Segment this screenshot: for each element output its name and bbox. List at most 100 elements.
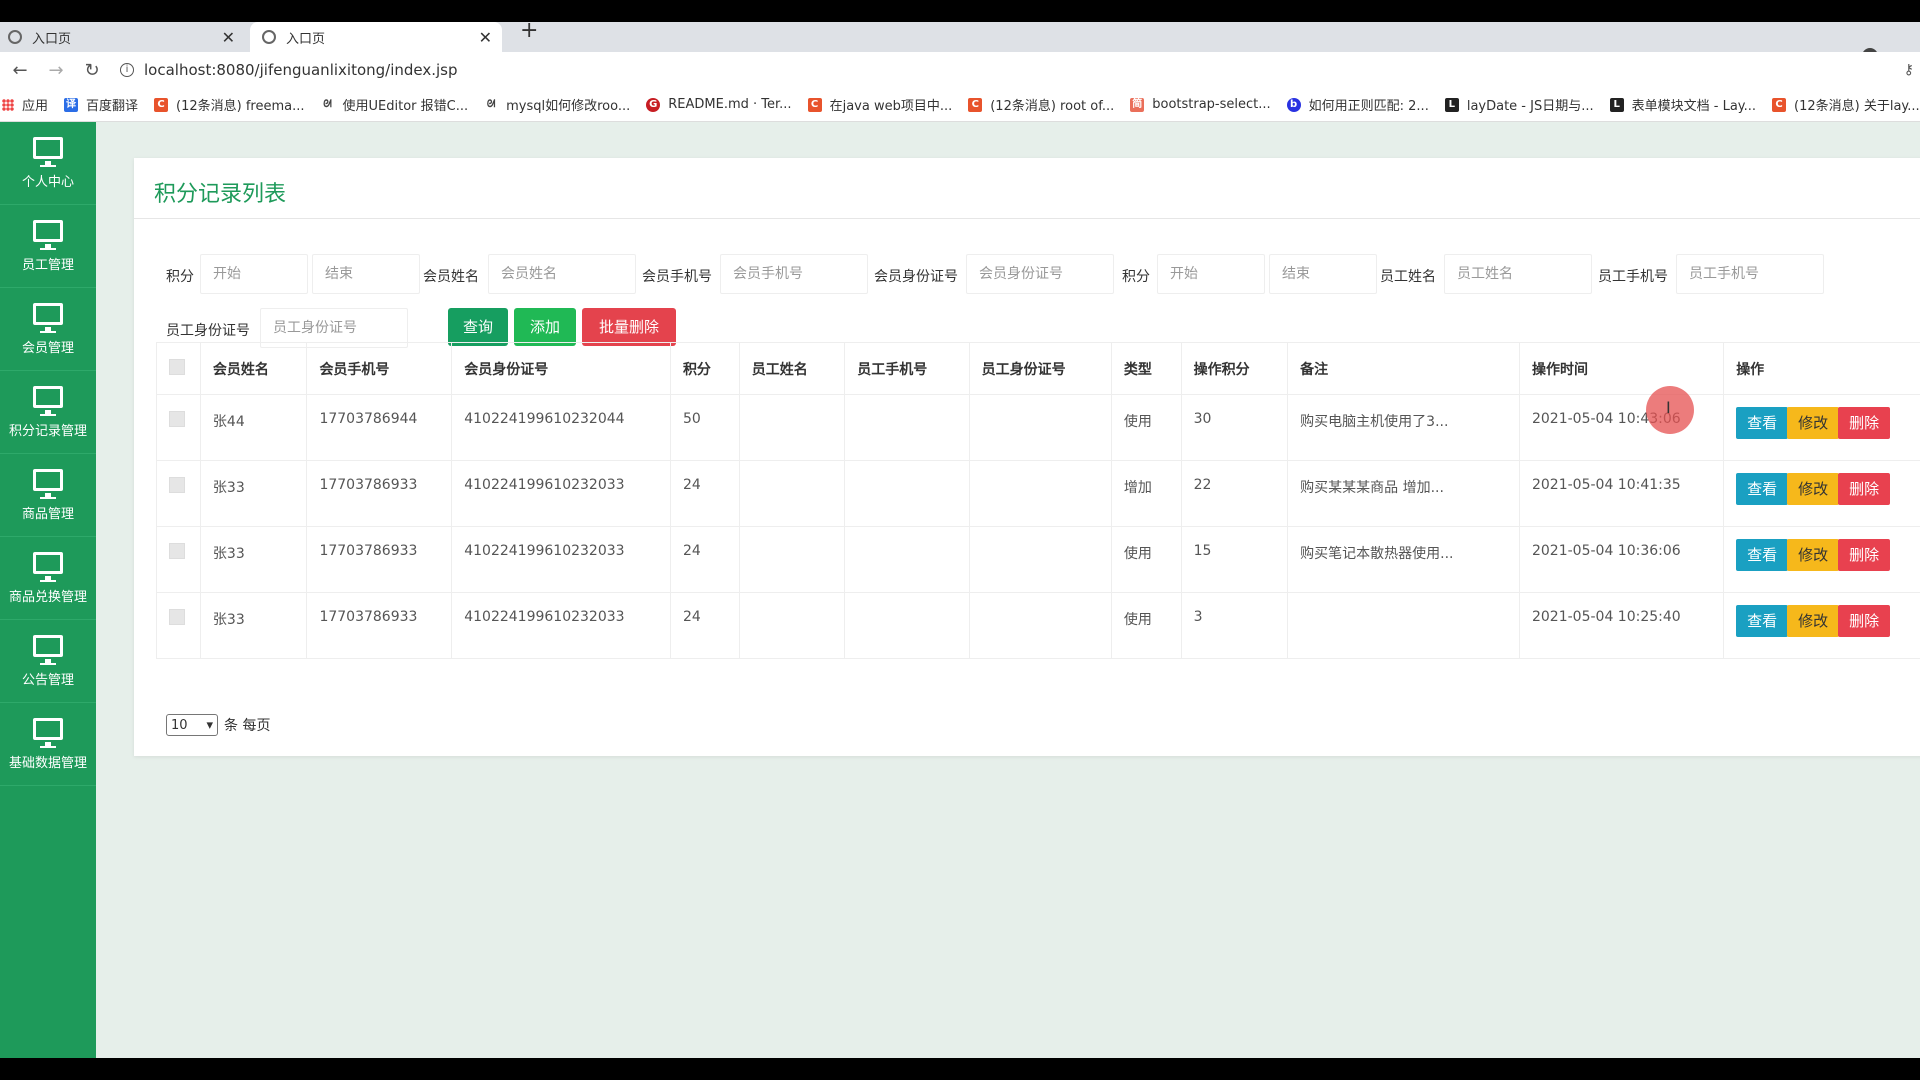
staff-name-cell xyxy=(738,526,846,593)
new-tab-button[interactable]: + xyxy=(520,18,538,43)
op-points-cell: 22 xyxy=(1180,460,1289,527)
member-id-input[interactable]: 会员身份证号 xyxy=(966,254,1114,294)
points2-start-input[interactable]: 开始 xyxy=(1157,254,1265,294)
table-header-row: 会员姓名 会员手机号 会员身份证号 积分 员工姓名 员工手机号 员工身份证号 类… xyxy=(156,342,1920,395)
edit-button[interactable]: 修改 xyxy=(1787,605,1840,637)
csdn-icon: C xyxy=(807,97,822,112)
sidebar-item-products[interactable]: 商品管理 xyxy=(0,454,96,537)
bookmark-apps[interactable]: 应用 xyxy=(0,95,48,114)
column-header: 会员手机号 xyxy=(306,342,453,395)
column-header: 员工手机号 xyxy=(844,342,970,395)
points2-filter-label: 积分 xyxy=(1122,269,1150,285)
staff-name-label: 员工姓名 xyxy=(1380,269,1436,285)
reload-icon[interactable]: ↻ xyxy=(76,60,108,81)
page-size-value: 10 xyxy=(171,717,188,733)
member-name-cell: 张33 xyxy=(199,592,308,659)
member-name-input[interactable]: 会员姓名 xyxy=(488,254,636,294)
select-all-cell xyxy=(156,342,201,395)
sidebar-item-label: 基础数据管理 xyxy=(8,755,87,771)
csdn-icon: C xyxy=(1772,97,1787,112)
column-header: 操作 xyxy=(1723,342,1920,395)
row-checkbox[interactable] xyxy=(169,543,185,559)
bookmark-item[interactable]: C (12条消息) 关于lay... xyxy=(1772,95,1920,114)
bookmark-item[interactable]: C (12条消息) freema... xyxy=(154,95,305,114)
view-button[interactable]: 查看 xyxy=(1736,539,1789,571)
bookmark-label: 百度翻译 xyxy=(86,99,139,114)
tab-title: 入口页 xyxy=(286,31,326,47)
view-button[interactable]: 查看 xyxy=(1736,407,1789,439)
monitor-icon xyxy=(33,634,63,665)
bookmark-item[interactable]: L 表单模块文档 - Lay... xyxy=(1609,95,1757,114)
edit-button[interactable]: 修改 xyxy=(1787,539,1840,571)
bookmark-item[interactable]: C 在java web项目中... xyxy=(807,95,952,114)
bookmark-item[interactable]: G README.md · Ter... xyxy=(646,97,792,112)
staff-id-cell xyxy=(968,526,1112,593)
points-start-input[interactable]: 开始 xyxy=(200,254,308,294)
query-button[interactable]: 查询 xyxy=(448,308,508,346)
view-button[interactable]: 查看 xyxy=(1736,473,1789,505)
member-phone-input[interactable]: 会员手机号 xyxy=(720,254,868,294)
bookmark-label: README.md · Ter... xyxy=(668,97,792,112)
browser-tab-2[interactable]: 入口页 ✕ xyxy=(250,22,502,52)
browser-tab-1[interactable]: 入口页 ✕ xyxy=(0,22,245,52)
member-id-cell: 410224199610232033 xyxy=(451,460,671,527)
staff-phone-input[interactable]: 员工手机号 xyxy=(1676,254,1824,294)
staff-phone-cell xyxy=(844,460,970,527)
row-select-cell xyxy=(156,526,201,593)
view-button[interactable]: 查看 xyxy=(1736,605,1789,637)
delete-button[interactable]: 删除 xyxy=(1838,605,1891,637)
sidebar-item-points-records[interactable]: 积分记录管理 xyxy=(0,371,96,454)
delete-button[interactable]: 删除 xyxy=(1838,473,1891,505)
sidebar-item-members[interactable]: 会员管理 xyxy=(0,288,96,371)
csdn-icon: C xyxy=(968,97,983,112)
points-end-input[interactable]: 结束 xyxy=(312,254,420,294)
sidebar-item-personal-center[interactable]: 个人中心 xyxy=(0,122,96,205)
edit-button[interactable]: 修改 xyxy=(1787,473,1840,505)
bookmark-item[interactable]: ᘛ mysql如何修改roo... xyxy=(484,95,630,115)
column-header: 员工姓名 xyxy=(738,342,846,395)
note-cell: 购买电脑主机使用了3... xyxy=(1287,394,1520,461)
points2-end-input[interactable]: 结束 xyxy=(1269,254,1377,294)
back-arrow-icon[interactable]: ← xyxy=(4,60,36,81)
staff-name-input[interactable]: 员工姓名 xyxy=(1444,254,1592,294)
sidebar-item-base-data[interactable]: 基础数据管理 xyxy=(0,703,96,786)
key-icon[interactable]: ⚷ xyxy=(1904,62,1914,78)
link-icon: ᘛ xyxy=(323,98,332,110)
info-icon[interactable]: i xyxy=(120,63,134,77)
select-all-checkbox[interactable] xyxy=(169,358,185,375)
bookmark-label: bootstrap-select... xyxy=(1152,97,1271,112)
close-icon[interactable]: ✕ xyxy=(479,28,492,47)
baidu-translate-icon: 译 xyxy=(64,97,79,112)
row-checkbox[interactable] xyxy=(169,609,185,625)
row-checkbox[interactable] xyxy=(169,411,185,427)
op-points-cell: 15 xyxy=(1180,526,1289,593)
delete-button[interactable]: 删除 xyxy=(1838,407,1891,439)
add-button[interactable]: 添加 xyxy=(514,308,576,346)
forward-arrow-icon[interactable]: → xyxy=(40,60,72,81)
edit-button[interactable]: 修改 xyxy=(1787,407,1840,439)
sidebar-item-announcements[interactable]: 公告管理 xyxy=(0,620,96,703)
bookmark-item[interactable]: ᘛ 使用UEditor 报错C... xyxy=(321,95,468,115)
member-id-label: 会员身份证号 xyxy=(874,269,958,285)
page-size-select[interactable]: 10 ▾ xyxy=(166,714,218,736)
gitee-icon: G xyxy=(646,97,661,112)
baidu-icon: b xyxy=(1286,97,1301,112)
close-icon[interactable]: ✕ xyxy=(222,28,235,47)
address-bar[interactable]: localhost:8080/jifenguanlixitong/index.j… xyxy=(144,61,458,79)
batch-delete-button[interactable]: 批量删除 xyxy=(582,308,676,346)
sidebar-item-staff[interactable]: 员工管理 xyxy=(0,205,96,288)
sidebar-item-product-exchange[interactable]: 商品兑换管理 xyxy=(0,537,96,620)
bookmark-item[interactable]: b 如何用正则匹配: 2... xyxy=(1286,95,1429,114)
row-checkbox[interactable] xyxy=(169,477,185,493)
globe-icon xyxy=(262,30,276,44)
member-phone-cell: 17703786933 xyxy=(306,592,453,659)
bookmark-item[interactable]: 简 bootstrap-select... xyxy=(1130,97,1271,112)
bookmark-item[interactable]: 译 百度翻译 xyxy=(64,95,138,114)
bookmark-item[interactable]: C (12条消息) root of... xyxy=(968,95,1114,114)
op-points-cell: 30 xyxy=(1180,394,1289,461)
column-header: 会员姓名 xyxy=(199,342,308,395)
actions-cell: 查看 修改 删除 xyxy=(1723,394,1920,461)
bookmark-item[interactable]: L layDate - JS日期与... xyxy=(1444,95,1594,114)
bookmark-label: 表单模块文档 - Lay... xyxy=(1631,99,1757,114)
delete-button[interactable]: 删除 xyxy=(1838,539,1891,571)
